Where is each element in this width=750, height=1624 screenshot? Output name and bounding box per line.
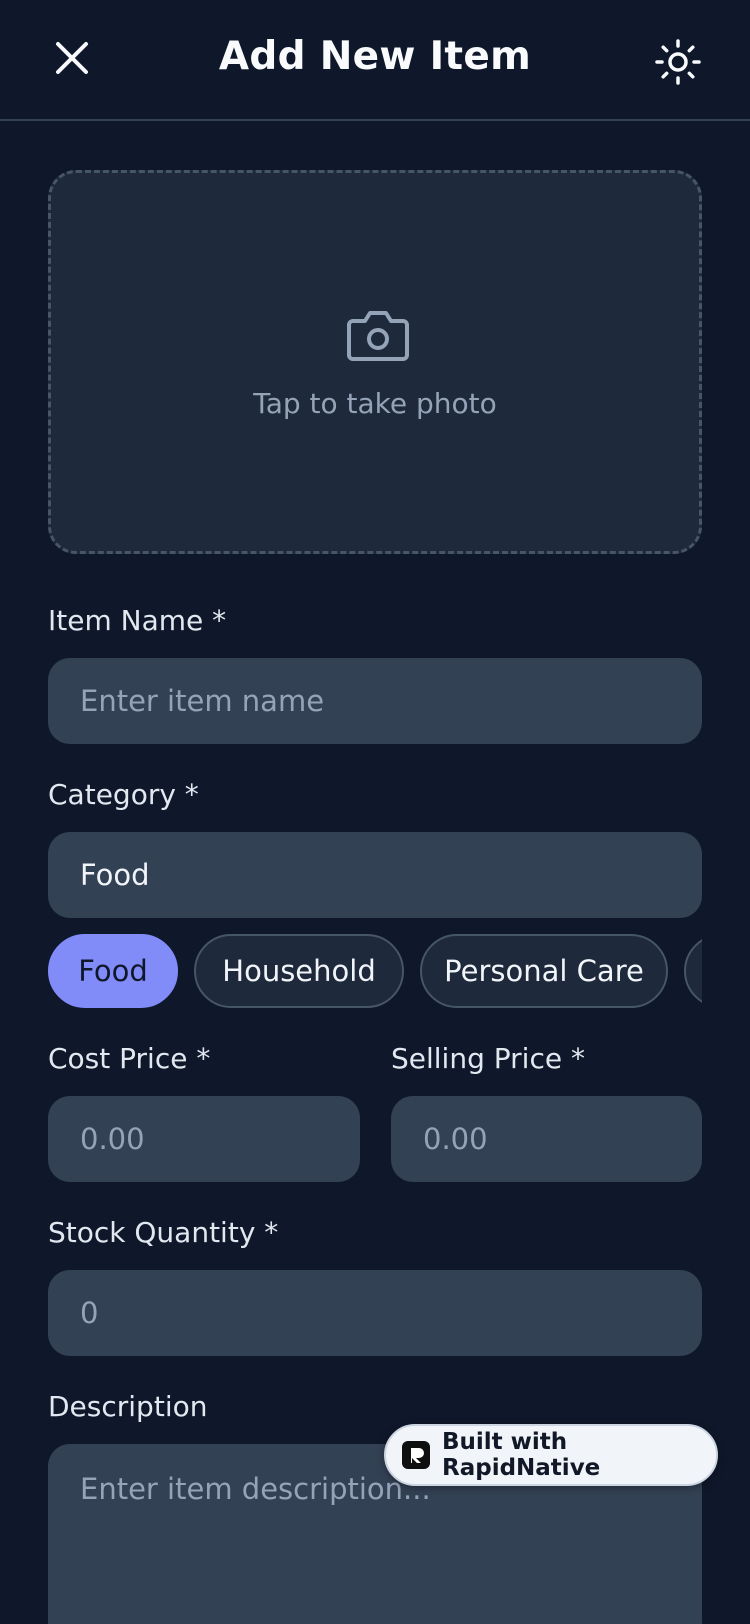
item-name-input[interactable]: Enter item name (48, 658, 702, 744)
badge-text: Built with RapidNative (442, 1429, 601, 1481)
built-with-badge[interactable]: Built with RapidNative (384, 1424, 718, 1486)
chip-food[interactable]: Food (48, 934, 178, 1008)
chip-more[interactable] (684, 934, 702, 1008)
category-chips: Food Household Personal Care (48, 934, 702, 1008)
selling-price-input[interactable]: 0.00 (391, 1096, 702, 1182)
rapidnative-logo-icon (402, 1441, 430, 1469)
photo-upload-area[interactable]: Tap to take photo (48, 170, 702, 554)
theme-toggle-button[interactable] (654, 38, 702, 86)
stock-quantity-label: Stock Quantity * (48, 1216, 279, 1249)
description-label: Description (48, 1390, 208, 1423)
cost-price-input[interactable]: 0.00 (48, 1096, 360, 1182)
header: Add New Item (0, 0, 750, 121)
page-title: Add New Item (218, 34, 532, 79)
add-item-screen: Add New Item Tap to take photo Item Name… (0, 0, 750, 1624)
cost-price-label: Cost Price * (48, 1042, 211, 1075)
selling-price-label: Selling Price * (391, 1042, 585, 1075)
item-name-label: Item Name * (48, 604, 227, 637)
chip-personal-care[interactable]: Personal Care (420, 934, 668, 1008)
category-input[interactable]: Food (48, 832, 702, 918)
sun-icon (655, 39, 701, 85)
chip-household[interactable]: Household (194, 934, 404, 1008)
stock-quantity-input[interactable]: 0 (48, 1270, 702, 1356)
camera-icon (347, 311, 409, 361)
photo-prompt: Tap to take photo (253, 387, 497, 420)
category-label: Category * (48, 778, 199, 811)
